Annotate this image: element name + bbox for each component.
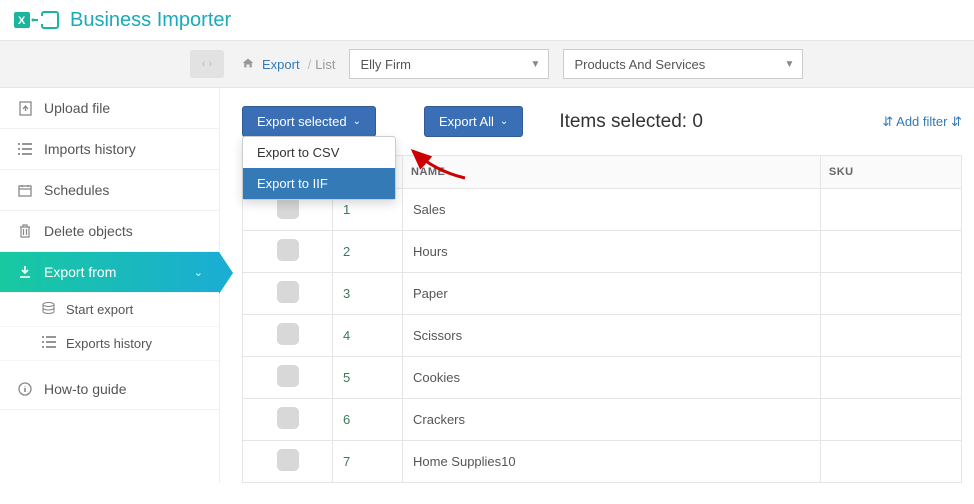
info-icon	[16, 382, 34, 396]
sidebar-item-imports-history[interactable]: Imports history	[0, 129, 219, 170]
row-checkbox[interactable]	[277, 365, 299, 387]
sidebar-item-delete-objects[interactable]: Delete objects	[0, 211, 219, 252]
dropdown-item-csv[interactable]: Export to CSV	[243, 137, 395, 168]
row-index: 3	[333, 273, 403, 315]
sidebar-item-export-from[interactable]: Export from ⌄	[0, 252, 219, 293]
trash-icon	[16, 224, 34, 238]
list-icon	[16, 143, 34, 155]
items-selected-label: Items selected: 0	[559, 111, 703, 133]
row-checkbox[interactable]	[277, 323, 299, 345]
add-filter-link[interactable]: ⇵ Add filter ⇵	[882, 114, 962, 130]
row-name: Hours	[403, 231, 821, 273]
row-sku	[820, 315, 961, 357]
caret-down-icon: ⌄	[353, 116, 361, 127]
chevron-down-icon: ⌄	[194, 266, 203, 279]
export-all-button[interactable]: Export All ⌄	[424, 106, 523, 137]
col-sku[interactable]: SKU	[820, 156, 961, 189]
caret-down-icon: ▼	[531, 59, 541, 70]
row-index: 6	[333, 399, 403, 441]
sidebar-subitem-start-export[interactable]: Start export	[0, 293, 219, 327]
sort-icon: ⇵	[951, 114, 962, 129]
sidebar-subitem-exports-history[interactable]: Exports history	[0, 327, 219, 361]
sidebar-item-schedules[interactable]: Schedules	[0, 170, 219, 211]
sidebar-item-upload[interactable]: Upload file	[0, 88, 219, 129]
row-checkbox[interactable]	[277, 407, 299, 429]
app-title: Business Importer	[70, 9, 231, 32]
table-row[interactable]: 4Scissors	[243, 315, 962, 357]
row-sku	[820, 273, 961, 315]
row-name: Sales	[403, 189, 821, 231]
row-checkbox[interactable]	[277, 281, 299, 303]
row-name: Crackers	[403, 399, 821, 441]
sidebar: Upload file Imports history Schedules De…	[0, 88, 220, 483]
row-sku	[820, 357, 961, 399]
sidebar-item-howto[interactable]: How-to guide	[0, 361, 219, 410]
row-name: Paper	[403, 273, 821, 315]
row-sku	[820, 189, 961, 231]
calendar-icon	[16, 184, 34, 197]
firm-select[interactable]: Elly Firm ▼	[349, 49, 549, 79]
crumb-export[interactable]: Export	[262, 57, 300, 72]
table-row[interactable]: 3Paper	[243, 273, 962, 315]
caret-down-icon: ▼	[785, 59, 795, 70]
table-row[interactable]: 7Home Supplies10	[243, 441, 962, 483]
export-selected-button[interactable]: Export selected ⌄	[242, 106, 376, 137]
row-sku	[820, 441, 961, 483]
row-checkbox[interactable]	[277, 239, 299, 261]
pager-buttons[interactable]: ‹ ›	[190, 50, 224, 78]
row-checkbox[interactable]	[277, 197, 299, 219]
caret-down-icon: ⌄	[500, 116, 508, 127]
svg-text:X: X	[18, 15, 26, 27]
row-index: 2	[333, 231, 403, 273]
row-index: 7	[333, 441, 403, 483]
col-name[interactable]: NAME	[403, 156, 821, 189]
sort-icon: ⇵	[882, 114, 893, 129]
table-row[interactable]: 2Hours	[243, 231, 962, 273]
entity-select[interactable]: Products And Services ▼	[563, 49, 803, 79]
dropdown-item-iif[interactable]: Export to IIF	[243, 168, 395, 199]
row-index: 5	[333, 357, 403, 399]
row-name: Home Supplies10	[403, 441, 821, 483]
row-sku	[820, 399, 961, 441]
table-row[interactable]: 6Crackers	[243, 399, 962, 441]
row-name: Cookies	[403, 357, 821, 399]
download-icon	[16, 265, 34, 279]
database-icon	[42, 302, 58, 317]
brand-bar: X Business Importer	[0, 0, 974, 40]
table-row[interactable]: 5Cookies	[243, 357, 962, 399]
row-name: Scissors	[403, 315, 821, 357]
main-content: Export selected ⌄ Export All ⌄ Items sel…	[220, 88, 974, 483]
app-logo: X	[14, 9, 60, 31]
home-icon	[242, 57, 254, 72]
crumb-current: List	[315, 57, 335, 72]
row-checkbox[interactable]	[277, 449, 299, 471]
row-index: 4	[333, 315, 403, 357]
list-icon	[42, 336, 58, 351]
file-icon	[16, 101, 34, 116]
breadcrumb: Export / List	[242, 57, 335, 72]
export-selected-dropdown: Export to CSV Export to IIF	[242, 136, 396, 200]
data-table: NAME SKU 1Sales2Hours3Paper4Scissors5Coo…	[242, 155, 962, 483]
breadcrumb-toolbar: ‹ › Export / List Elly Firm ▼ Products A…	[0, 40, 974, 88]
row-sku	[820, 231, 961, 273]
